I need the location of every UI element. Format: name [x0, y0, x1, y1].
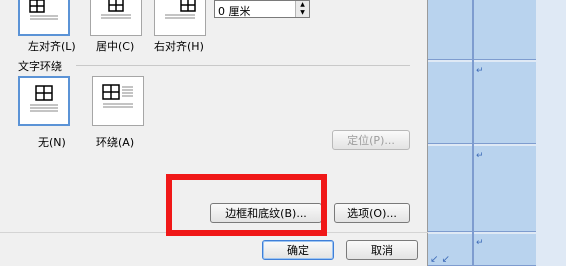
wrap-none-label: 无(N) — [38, 136, 66, 149]
document-table-area: ↵ ↵ ↵ ↙ ↙ — [428, 0, 566, 266]
spin-down-icon[interactable]: ▼ — [295, 9, 309, 17]
wrap-none-option[interactable] — [18, 76, 70, 126]
indent-value: 0 厘米 — [218, 5, 251, 18]
align-right-option[interactable] — [154, 0, 206, 36]
table-properties-dialog: 0 厘米 ▲ ▼ 左对齐(L) 居中(C) 右对齐(H) 文字环绕 无(N) 环… — [0, 0, 428, 266]
document-marks: ↙ ↙ — [430, 254, 450, 265]
paragraph-mark: ↵ — [476, 238, 484, 248]
paragraph-mark: ↵ — [476, 151, 484, 161]
align-center-label: 居中(C) — [96, 40, 135, 53]
align-left-option[interactable] — [18, 0, 70, 36]
red-highlight-box — [166, 174, 327, 236]
ok-button[interactable]: 确定 — [262, 240, 334, 260]
align-right-label: 右对齐(H) — [154, 40, 204, 53]
table-cell — [428, 146, 472, 232]
align-right-icon — [165, 0, 196, 19]
wrapping-divider — [76, 65, 410, 66]
align-left-label: 左对齐(L) — [28, 40, 76, 53]
wrap-around-icon — [102, 84, 133, 108]
wrap-around-option[interactable] — [92, 76, 144, 126]
position-button[interactable]: 定位(P)... — [332, 130, 410, 150]
table-cell — [428, 0, 472, 60]
align-center-option[interactable] — [90, 0, 142, 36]
paragraph-mark: ↵ — [476, 66, 484, 76]
indent-spinner[interactable]: 0 厘米 ▲ ▼ — [214, 0, 310, 18]
align-left-icon — [29, 0, 58, 20]
table-cell — [428, 62, 472, 144]
table-cell — [474, 0, 536, 60]
wrap-none-icon — [30, 85, 58, 112]
align-center-icon — [101, 0, 131, 19]
cancel-button[interactable]: 取消 — [346, 240, 418, 260]
table-gridline — [472, 0, 474, 266]
wrapping-section-title: 文字环绕 — [18, 60, 62, 73]
spin-up-icon[interactable]: ▲ — [295, 1, 309, 9]
wrap-around-label: 环绕(A) — [96, 136, 135, 149]
options-button[interactable]: 选项(O)... — [334, 203, 410, 223]
